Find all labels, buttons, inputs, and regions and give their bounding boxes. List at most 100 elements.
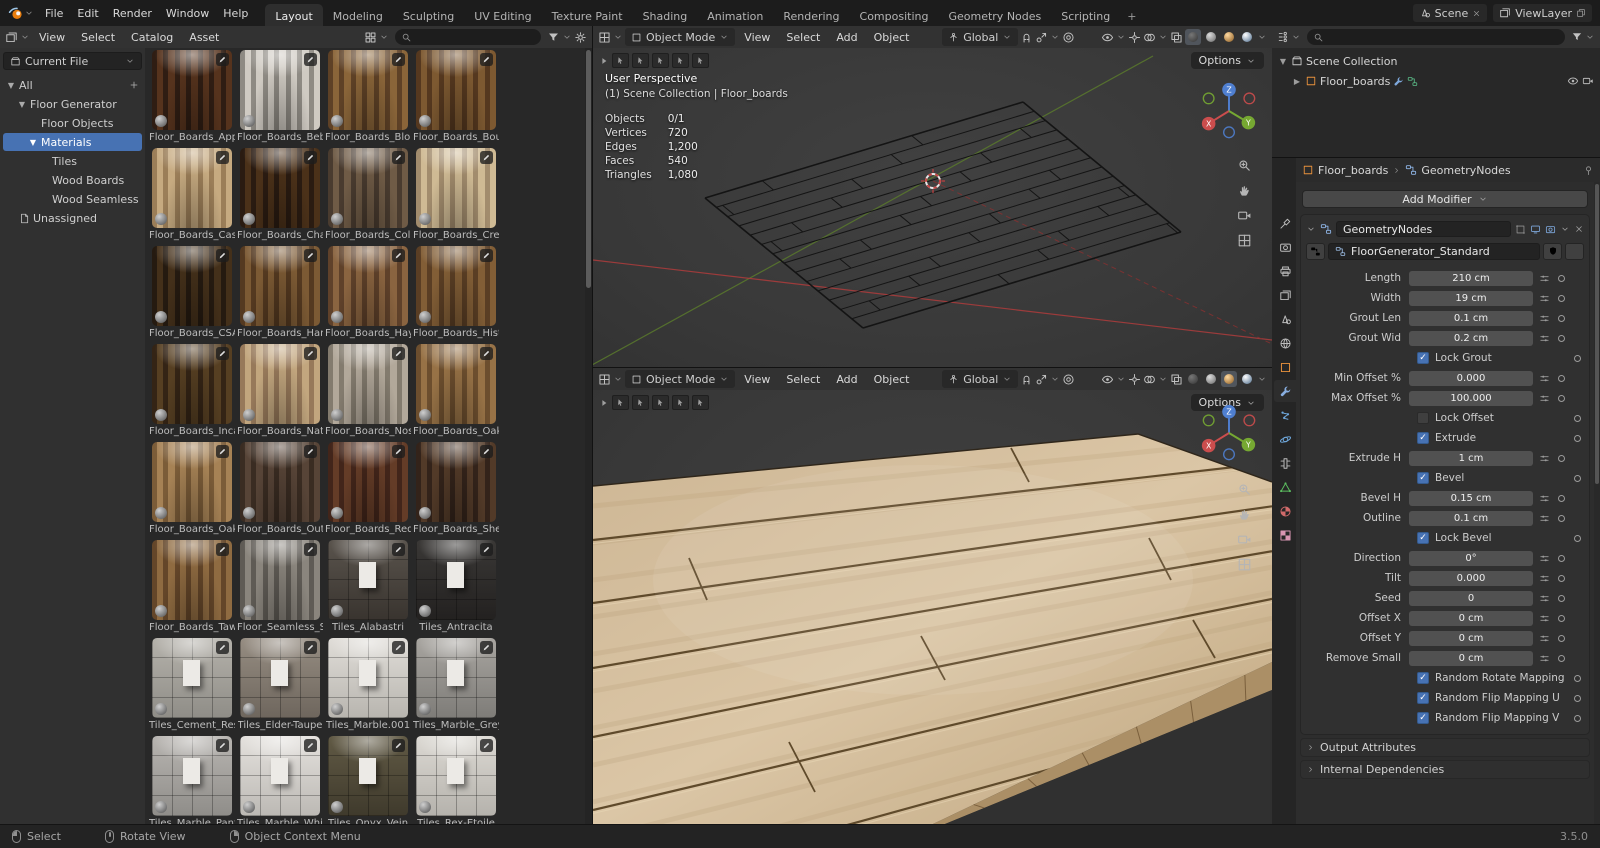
attribute-input-toggle-icon[interactable]	[1539, 273, 1550, 284]
edit-asset-badge[interactable]	[216, 347, 229, 360]
node-group-field[interactable]: FloorGenerator_Standard	[1328, 243, 1540, 260]
properties-tab-particles[interactable]	[1274, 404, 1296, 426]
unlink-node-group-button[interactable]	[1565, 243, 1584, 260]
asset-card-floor-boards-beb[interactable]: Floor_Boards_Beb...	[238, 50, 322, 143]
copy-icon[interactable]	[1576, 8, 1586, 18]
menu-edit[interactable]: Edit	[70, 5, 105, 22]
display-render-icon[interactable]	[1545, 224, 1556, 235]
add-workspace-button[interactable]: +	[1120, 4, 1143, 26]
param-checkbox[interactable]: ✓	[1417, 672, 1429, 684]
animate-decorator-icon[interactable]	[1558, 375, 1565, 382]
zoom-icon[interactable]	[1237, 158, 1252, 173]
edit-asset-badge[interactable]	[480, 543, 493, 556]
catalog-item-floor-generator[interactable]: ▼Floor Generator	[3, 95, 142, 113]
attribute-input-toggle-icon[interactable]	[1539, 573, 1550, 584]
options-button[interactable]: Options	[1191, 52, 1264, 69]
param-value-field[interactable]: 0.000	[1409, 371, 1533, 386]
param-value-field[interactable]: 1 cm	[1409, 451, 1533, 466]
edit-asset-badge[interactable]	[392, 347, 405, 360]
properties-tab-tool[interactable]	[1274, 212, 1296, 234]
animate-decorator-icon[interactable]	[1558, 315, 1565, 322]
workspace-tab-texture-paint[interactable]: Texture Paint	[542, 4, 633, 26]
asset-card-tiles-antracita[interactable]: Tiles_Antracita	[414, 540, 498, 633]
asset-card-floor-boards-red[interactable]: Floor_Boards_Red...	[326, 442, 410, 535]
animate-decorator-icon[interactable]	[1558, 635, 1565, 642]
show-gizmo-icon[interactable]	[1128, 373, 1141, 386]
animate-decorator-icon[interactable]	[1558, 655, 1565, 662]
workspace-tab-modeling[interactable]: Modeling	[323, 4, 393, 26]
pin-icon[interactable]	[1583, 165, 1594, 176]
properties-tab-scene[interactable]	[1274, 308, 1296, 330]
edit-asset-badge[interactable]	[216, 249, 229, 262]
asset-card-floor-boards-oak[interactable]: Floor_Boards_Oak...	[414, 344, 498, 437]
properties-tab-output[interactable]	[1274, 260, 1296, 282]
attribute-input-toggle-icon[interactable]	[1539, 613, 1550, 624]
animate-decorator-icon[interactable]	[1574, 715, 1581, 722]
filter-icon[interactable]	[1571, 31, 1583, 43]
attribute-input-toggle-icon[interactable]	[1539, 313, 1550, 324]
filter-icon[interactable]	[547, 31, 560, 44]
chevD-icon[interactable]	[613, 374, 623, 384]
animate-decorator-icon[interactable]	[1574, 535, 1581, 542]
tool-select-box-icon[interactable]	[632, 395, 649, 410]
tool-select-circle-icon[interactable]	[652, 53, 669, 68]
animate-decorator-icon[interactable]	[1558, 455, 1565, 462]
asset-card-floor-boards-hay[interactable]: Floor_Boards_Hay...	[326, 246, 410, 339]
chevron-down-icon[interactable]	[1291, 32, 1301, 42]
asset-card-floor-boards-harl[interactable]: Floor_Boards_Harl...	[238, 246, 322, 339]
viewport-menu-select[interactable]: Select	[779, 371, 827, 388]
edit-asset-badge[interactable]	[304, 445, 317, 458]
attribute-input-toggle-icon[interactable]	[1539, 653, 1550, 664]
chevD-icon[interactable]	[1116, 374, 1126, 384]
add-catalog-icon[interactable]	[129, 80, 139, 90]
tool-cursor-icon[interactable]	[692, 53, 709, 68]
chevD-icon[interactable]	[1257, 32, 1267, 42]
attribute-input-toggle-icon[interactable]	[1539, 593, 1550, 604]
edit-asset-badge[interactable]	[480, 249, 493, 262]
edit-asset-badge[interactable]	[304, 249, 317, 262]
disclosure-arrow-icon[interactable]: ▼	[28, 138, 38, 147]
asset-menu-asset[interactable]: Asset	[182, 29, 226, 46]
param-value-field[interactable]: 0 cm	[1409, 631, 1533, 646]
object-visibility-icon[interactable]	[1101, 31, 1114, 44]
attribute-input-toggle-icon[interactable]	[1539, 393, 1550, 404]
asset-library-select[interactable]: Current File	[3, 52, 142, 70]
viewport-top-canvas[interactable]: User Perspective (1) Scene Collection | …	[593, 48, 1272, 367]
tool-cursor-icon[interactable]	[692, 395, 709, 410]
asset-card-floor-boards-oak[interactable]: Floor_Boards_Oak...	[150, 442, 234, 535]
edit-asset-badge[interactable]	[304, 543, 317, 556]
outliner-row-scene-collection[interactable]: ▼Scene Collection	[1274, 51, 1598, 71]
edit-asset-badge[interactable]	[480, 445, 493, 458]
asset-card-tiles-marble-grey[interactable]: Tiles_Marble_Grey	[414, 638, 498, 731]
viewport-bottom-canvas[interactable]: Options ZXY	[593, 390, 1272, 824]
catalog-item-unassigned[interactable]: Unassigned	[3, 209, 142, 227]
shading-material-icon[interactable]	[1221, 371, 1237, 387]
animate-decorator-icon[interactable]	[1574, 475, 1581, 482]
viewport-menu-add[interactable]: Add	[829, 371, 864, 388]
pan-hand-icon[interactable]	[1237, 183, 1252, 198]
toggle-xray-icon[interactable]	[1170, 31, 1183, 44]
outliner-row-floor-boards[interactable]: ▶Floor_boards	[1274, 71, 1598, 91]
attribute-input-toggle-icon[interactable]	[1539, 373, 1550, 384]
asset-card-floor-boards-bou[interactable]: Floor_Boards_Bou...	[414, 50, 498, 143]
properties-tab-object-data[interactable]	[1274, 476, 1296, 498]
catalog-item-materials[interactable]: ▼Materials	[3, 133, 142, 151]
chevD-icon[interactable]	[1050, 32, 1060, 42]
animate-decorator-icon[interactable]	[1574, 415, 1581, 422]
show-gizmo-icon[interactable]	[1128, 31, 1141, 44]
animate-decorator-icon[interactable]	[1574, 675, 1581, 682]
chevD-icon[interactable]	[379, 32, 389, 42]
chevD-icon[interactable]	[1158, 32, 1168, 42]
properties-tab-world[interactable]	[1274, 332, 1296, 354]
chevron-down-icon[interactable]	[24, 8, 34, 18]
tool-select-box-icon[interactable]	[632, 53, 649, 68]
asset-card-floor-boards-she[interactable]: Floor_Boards_She...	[414, 442, 498, 535]
param-value-field[interactable]: 0.000	[1409, 571, 1533, 586]
chevD-icon[interactable]	[1257, 374, 1267, 384]
attribute-input-toggle-icon[interactable]	[1539, 513, 1550, 524]
asset-card-tiles-marble-001[interactable]: Tiles_Marble.001	[326, 638, 410, 731]
param-value-field[interactable]: 0	[1409, 591, 1533, 606]
asset-card-tiles-cement-res[interactable]: Tiles_Cement_Res...	[150, 638, 234, 731]
modifier-extras-icon[interactable]	[1560, 224, 1570, 234]
disclosure-arrow-icon[interactable]: ▶	[1292, 77, 1302, 86]
